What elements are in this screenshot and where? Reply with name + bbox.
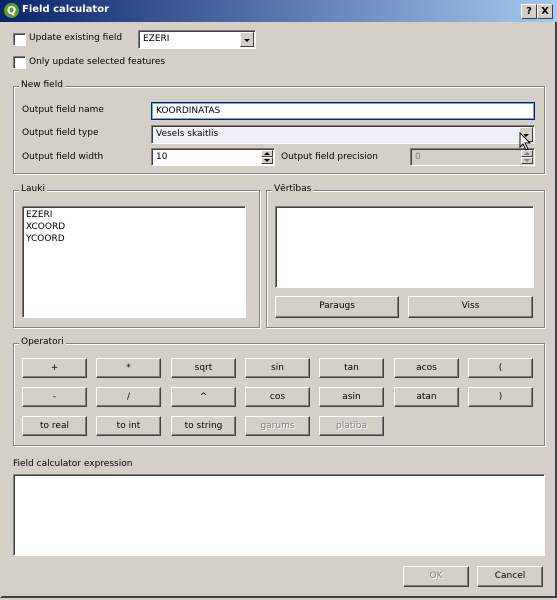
operator-asin-button[interactable]: asin — [319, 387, 384, 407]
list-item[interactable]: XCOORD — [26, 222, 65, 232]
ok-button[interactable]: OK — [403, 566, 469, 587]
lauki-title: Lauki — [19, 184, 47, 194]
operator-acos-button[interactable]: acos — [394, 358, 459, 378]
cancel-button[interactable]: Cancel — [477, 566, 543, 587]
sample-button[interactable]: Paraugs — [275, 296, 399, 318]
chevron-down-icon[interactable] — [240, 32, 254, 47]
list-item[interactable]: YCOORD — [26, 234, 65, 244]
all-button[interactable]: Viss — [408, 296, 533, 318]
output-field-name-input[interactable]: KOORDINATAS — [151, 102, 535, 120]
to-real-button[interactable]: to real — [22, 416, 87, 436]
length-button[interactable]: garums — [245, 416, 310, 436]
new-field-title: New field — [19, 80, 65, 90]
output-field-precision-value: 0 — [415, 152, 421, 162]
existing-field-value: EZERI — [143, 34, 170, 44]
spin-up-icon[interactable] — [261, 150, 273, 157]
close-button[interactable]: X — [537, 4, 553, 19]
spin-down-icon[interactable] — [261, 157, 273, 164]
output-field-name-label: Output field name — [22, 105, 104, 115]
operator-close-paren-button[interactable]: ) — [468, 387, 533, 407]
operator-sqrt-button[interactable]: sqrt — [171, 358, 236, 378]
existing-field-select[interactable]: EZERI — [138, 30, 256, 49]
to-string-button[interactable]: to string — [171, 416, 236, 436]
operator-tan-button[interactable]: tan — [319, 358, 384, 378]
output-field-width-label: Output field width — [22, 152, 104, 162]
output-field-width-value: 10 — [156, 152, 168, 162]
output-field-width-spinbox[interactable]: 10 — [151, 148, 275, 166]
operator-atan-button[interactable]: atan — [394, 387, 459, 407]
mouse-cursor-icon — [519, 132, 532, 151]
expression-textarea[interactable] — [13, 474, 545, 556]
operator-open-paren-button[interactable]: ( — [468, 358, 533, 378]
window-title: Field calculator — [22, 4, 110, 15]
operators-title: Operatori — [19, 337, 66, 347]
operator-cos-button[interactable]: cos — [245, 387, 310, 407]
qgis-logo-icon: Q — [4, 3, 19, 18]
update-existing-checkbox[interactable] — [13, 33, 26, 46]
expression-label: Field calculator expression — [13, 459, 133, 469]
output-field-name-value: KOORDINATAS — [156, 106, 221, 116]
only-selected-label: Only update selected features — [29, 57, 166, 67]
output-field-type-label: Output field type — [22, 128, 99, 138]
output-field-type-select[interactable]: Vesels skaitlis — [151, 125, 535, 144]
output-field-type-value: Vesels skaitlis — [156, 129, 219, 139]
to-int-button[interactable]: to int — [96, 416, 161, 436]
operator-plus-button[interactable]: + — [22, 358, 87, 378]
spin-down-icon[interactable] — [521, 157, 533, 164]
output-field-precision-spinbox[interactable]: 0 — [410, 148, 535, 166]
operator-sin-button[interactable]: sin — [245, 358, 310, 378]
operator-divide-button[interactable]: / — [96, 387, 161, 407]
only-selected-checkbox[interactable] — [13, 56, 26, 69]
fields-listbox[interactable]: EZERI XCOORD YCOORD — [22, 206, 246, 318]
values-listbox[interactable] — [275, 206, 534, 288]
title-bar[interactable]: Q Field calculator ? X — [0, 0, 557, 22]
area-button[interactable]: platība — [319, 416, 384, 436]
help-button[interactable]: ? — [521, 4, 537, 19]
update-existing-label: Update existing field — [29, 33, 123, 43]
operator-multiply-button[interactable]: * — [96, 358, 161, 378]
list-item[interactable]: EZERI — [26, 210, 52, 220]
vertibas-title: Vērtības — [272, 184, 314, 194]
output-field-precision-label: Output field precision — [281, 152, 379, 162]
operator-power-button[interactable]: ^ — [171, 387, 236, 407]
operator-minus-button[interactable]: - — [22, 387, 87, 407]
